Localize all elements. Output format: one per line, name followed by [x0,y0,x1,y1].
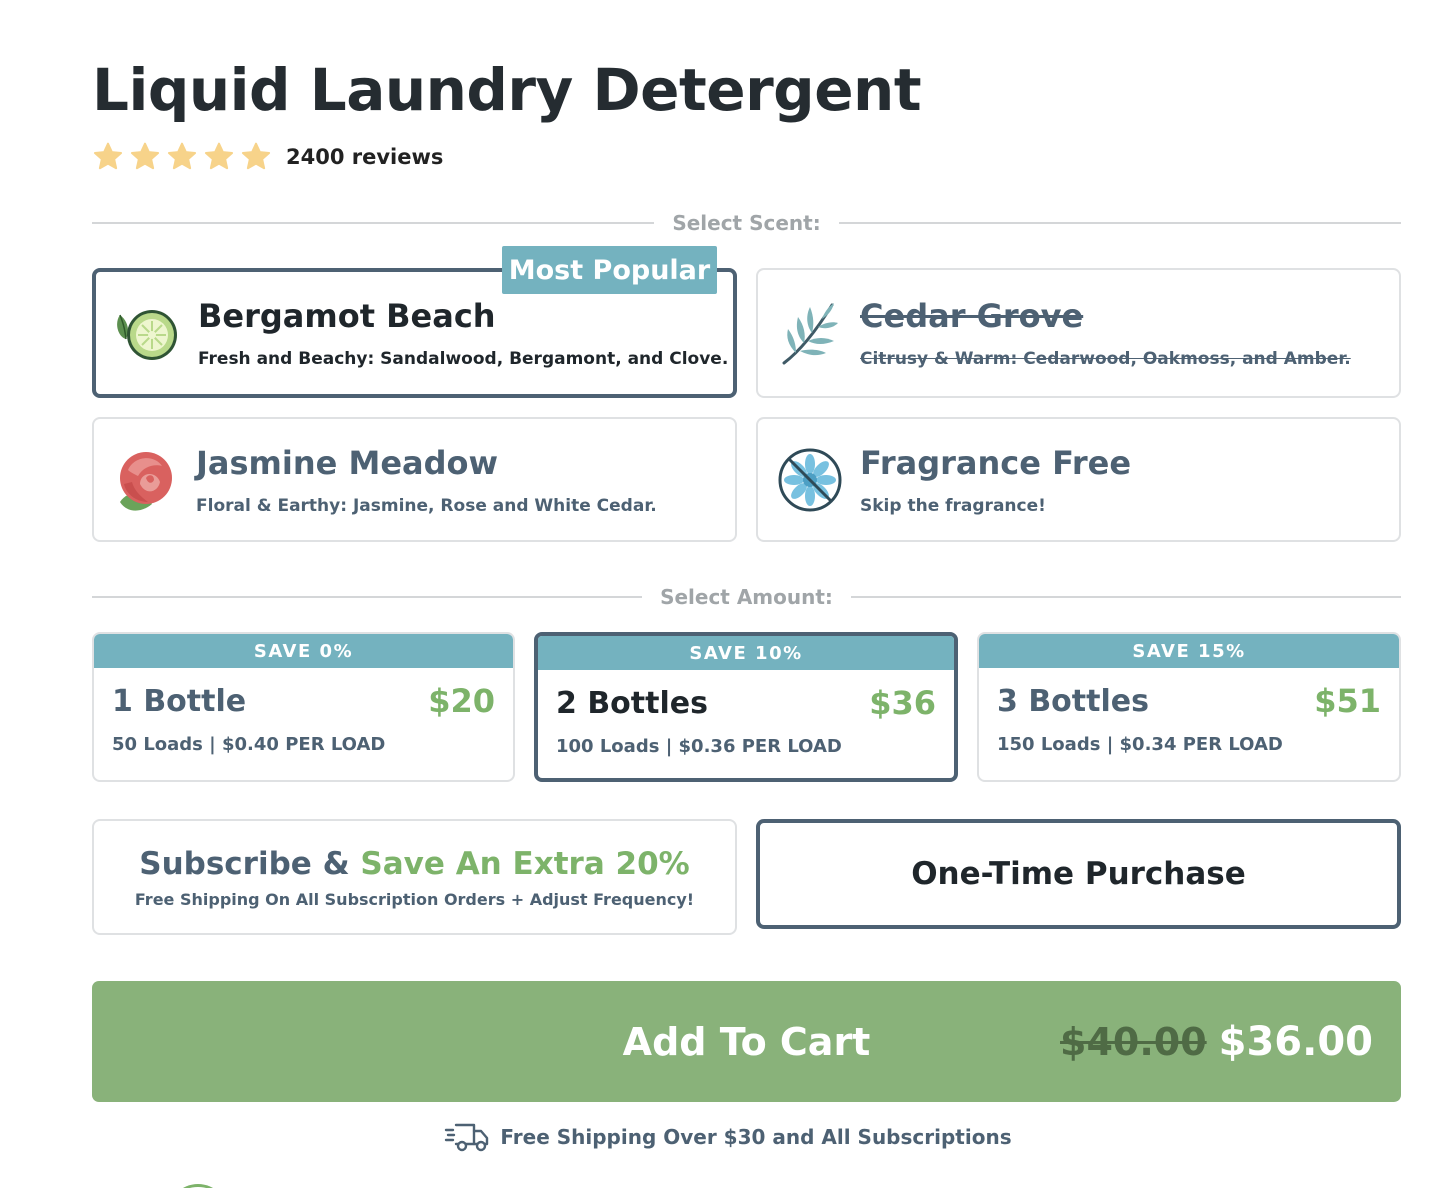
bottle-quantity: 3 Bottles [997,683,1149,719]
shipping-text: Free Shipping Over $30 and All Subscript… [500,1125,1012,1149]
amount-option-1-bottle[interactable]: SAVE 0% 1 Bottle $20 50 Loads | $0.40 PE… [92,632,515,782]
bundle-price: $36 [869,684,936,722]
scent-text: Cedar Grove Citrusy & Warm: Cedarwood, O… [860,297,1351,369]
star-icon [93,142,123,170]
scent-description: Fresh and Beachy: Sandalwood, Bergamont,… [198,349,729,369]
scent-option-jasmine-meadow[interactable]: Jasmine Meadow Floral & Earthy: Jasmine,… [92,417,737,542]
amount-option-2-bottles[interactable]: SAVE 10% 2 Bottles $36 100 Loads | $0.36… [534,632,958,782]
save-badge: SAVE 15% [979,634,1399,668]
divider-line [92,596,643,598]
add-to-cart-button[interactable]: Add To Cart $40.00 $36.00 [92,981,1401,1102]
star-icon [241,142,271,170]
reviews-link[interactable]: 2400 reviews [286,145,443,169]
scent-name: Bergamot Beach [198,297,496,335]
scent-name: Fragrance Free [860,443,1132,482]
star-rating [92,141,272,173]
scent-option-fragrance-free[interactable]: Fragrance Free Skip the fragrance! [756,417,1401,542]
rating: 2400 reviews [92,140,443,174]
scent-description: Floral & Earthy: Jasmine, Rose and White… [196,495,657,516]
divider-line [838,222,1402,224]
bundle-price: $51 [1314,682,1381,720]
subscribe-note: Free Shipping On All Subscription Orders… [134,889,695,909]
bottle-quantity: 1 Bottle [112,683,247,719]
loads-info: 100 Loads | $0.36 PER LOAD [556,736,842,757]
subscribe-discount: Save An Extra 20% [360,845,690,882]
one-time-label: One-Time Purchase [911,856,1246,892]
scent-section-label: Select Scent: [672,211,821,235]
one-time-purchase-option[interactable]: One-Time Purchase [756,819,1401,929]
scent-description: Citrusy & Warm: Cedarwood, Oakmoss, and … [860,349,1351,369]
scent-name: Jasmine Meadow [196,443,499,482]
amount-option-3-bottles[interactable]: SAVE 15% 3 Bottles $51 150 Loads | $0.34… [977,632,1401,782]
shipping-notice: Free Shipping Over $30 and All Subscript… [0,1117,1456,1157]
subscribe-option[interactable]: Subscribe & Save An Extra 20% Free Shipp… [92,819,737,935]
loads-info: 50 Loads | $0.40 PER LOAD [112,734,386,755]
save-badge: SAVE 0% [94,634,513,668]
bundle-price: $20 [428,682,495,720]
scent-text: Bergamot Beach Fresh and Beachy: Sandalw… [198,297,728,369]
no-fragrance-icon [774,444,846,516]
divider-line [850,596,1401,598]
scent-divider: Select Scent: [92,211,1402,235]
scent-description: Skip the fragrance! [860,495,1046,516]
delivery-truck-icon [445,1123,489,1152]
scent-text: Fragrance Free Skip the fragrance! [860,444,1131,516]
scent-name: Cedar Grove [860,297,1084,335]
star-icon [130,142,160,170]
subscribe-heading: Subscribe & Save An Extra 20% [139,846,690,882]
subscribe-prefix: Subscribe & [139,845,361,882]
amount-divider: Select Amount: [92,585,1401,609]
most-popular-badge: Most Popular [502,246,717,294]
divider-line [92,222,655,224]
save-badge: SAVE 10% [538,636,954,670]
scent-option-cedar-grove[interactable]: Cedar Grove Citrusy & Warm: Cedarwood, O… [756,268,1401,398]
cedar-branch-icon [774,297,846,369]
star-icon [204,142,234,170]
citrus-slice-icon [112,297,184,369]
loads-info: 150 Loads | $0.34 PER LOAD [997,734,1283,755]
bottle-quantity: 2 Bottles [556,685,708,721]
product-title: Liquid Laundry Detergent [92,56,922,124]
sale-price: $36.00 [1218,1018,1373,1065]
partial-icon [168,1184,228,1188]
amount-section-label: Select Amount: [660,585,833,609]
star-icon [167,142,197,170]
scent-text: Jasmine Meadow Floral & Earthy: Jasmine,… [196,444,657,516]
original-price: $40.00 [1060,1019,1207,1064]
cart-prices: $40.00 $36.00 [1060,981,1373,1102]
rose-icon [110,444,182,516]
